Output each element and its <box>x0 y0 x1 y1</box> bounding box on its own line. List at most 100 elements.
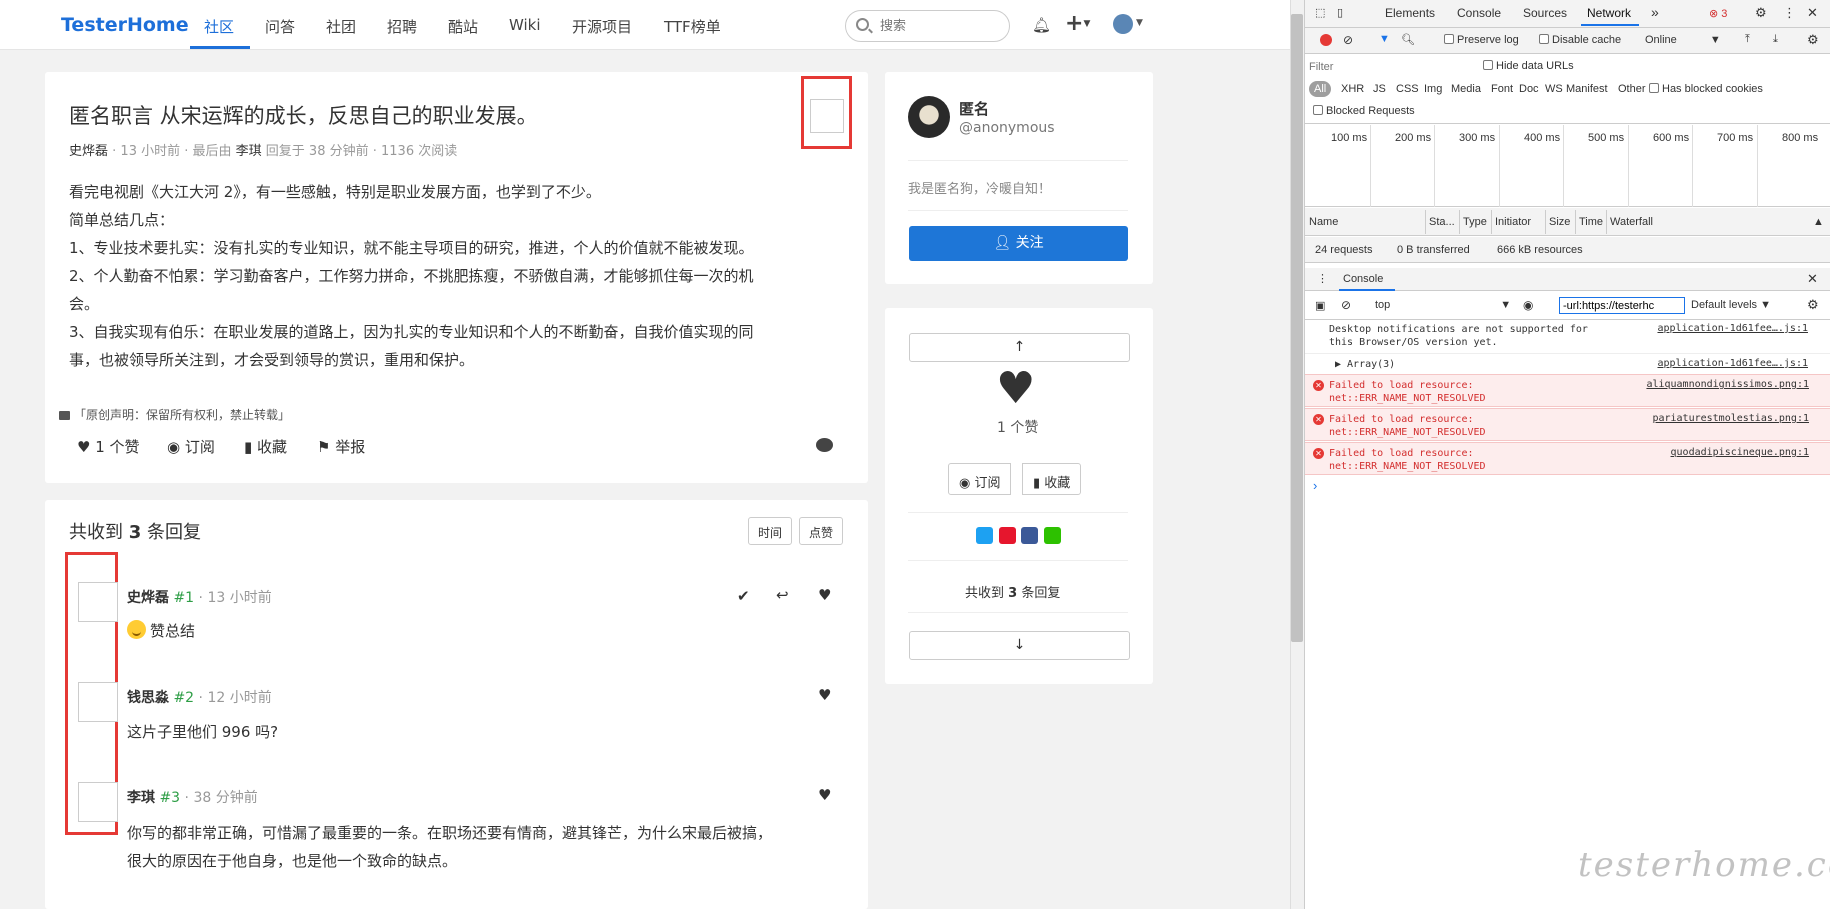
bookmark-button[interactable]: ▮ 收藏 <box>1022 463 1082 495</box>
search-input[interactable] <box>880 17 1000 35</box>
subscribe-button[interactable]: ◉ 订阅 <box>948 463 1012 495</box>
reply-floor[interactable]: #3 <box>159 790 180 806</box>
report-button[interactable]: ⚑ 举报 <box>317 436 365 457</box>
bell-icon[interactable]: 🔔︎ <box>1032 16 1051 34</box>
context-select[interactable]: top ▼ <box>1375 299 1511 311</box>
chevron-down-icon[interactable]: ▼ <box>1136 18 1143 28</box>
like-button[interactable]: ♥ 1 个赞 <box>77 436 140 457</box>
reply-author[interactable]: 钱思淼 <box>127 690 169 706</box>
profile-name[interactable]: 匿名 <box>959 98 989 119</box>
nav-item-groups[interactable]: 社团 <box>326 16 356 37</box>
nav-item-qa[interactable]: 问答 <box>265 16 295 37</box>
drawer-menu-icon[interactable]: ⋮ <box>1317 272 1328 285</box>
topic-last-replier[interactable]: 李琪 <box>236 144 262 159</box>
broken-image-icon[interactable] <box>78 682 118 722</box>
type-filter-img[interactable]: Img <box>1424 83 1442 95</box>
log-levels-select[interactable]: Default levels ▼ <box>1691 299 1771 311</box>
column-status[interactable]: Sta... <box>1429 216 1455 228</box>
follow-button[interactable]: 👤︎ 关注 <box>909 226 1128 261</box>
topic-author[interactable]: 史烨磊 <box>69 144 108 159</box>
type-filter-js[interactable]: JS <box>1373 83 1386 95</box>
tab-network[interactable]: Network <box>1587 6 1631 20</box>
record-icon[interactable] <box>1320 34 1332 46</box>
page-scrollbar-thumb[interactable] <box>1291 14 1303 642</box>
console-source-link[interactable]: aliquamnondignissimos.png:1 <box>1646 379 1809 390</box>
type-filter-css[interactable]: CSS <box>1396 83 1419 95</box>
column-waterfall[interactable]: Waterfall <box>1610 216 1653 228</box>
reply-floor[interactable]: #2 <box>173 690 194 706</box>
reply-author[interactable]: 史烨磊 <box>127 590 169 606</box>
sort-by-likes-button[interactable]: 点赞 <box>799 517 844 545</box>
reply-floor[interactable]: #1 <box>173 590 194 606</box>
more-tabs-icon[interactable]: » <box>1651 4 1659 20</box>
type-filter-xhr[interactable]: XHR <box>1341 83 1364 95</box>
console-message[interactable]: ▶ Array(3) <box>1335 358 1395 371</box>
error-counter[interactable]: ⊗ 3 <box>1709 7 1727 20</box>
column-size[interactable]: Size <box>1549 216 1570 228</box>
type-filter-other[interactable]: Other <box>1618 83 1646 95</box>
wechat-icon[interactable] <box>816 438 833 452</box>
blocked-requests-checkbox[interactable]: Blocked Requests <box>1313 105 1415 117</box>
console-source-link[interactable]: quodadipiscineque.png:1 <box>1671 447 1809 458</box>
scroll-up-button[interactable]: ↑ <box>909 333 1130 362</box>
broken-image-icon[interactable] <box>78 582 118 622</box>
drawer-tab-console[interactable]: Console <box>1343 273 1383 285</box>
type-filter-font[interactable]: Font <box>1491 83 1513 95</box>
nav-item-jobs[interactable]: 招聘 <box>387 16 417 37</box>
filter-icon[interactable]: ▼ <box>1379 33 1390 45</box>
tab-console[interactable]: Console <box>1457 6 1501 20</box>
close-icon[interactable]: ✕ <box>1807 271 1818 287</box>
search-icon[interactable]: 🔍︎ <box>1401 33 1415 46</box>
tab-elements[interactable]: Elements <box>1385 6 1435 20</box>
import-har-icon[interactable]: ⤒ <box>1745 33 1750 46</box>
console-source-link[interactable]: application-1d61fee….js:1 <box>1657 358 1808 369</box>
type-filter-ws[interactable]: WS <box>1545 83 1563 95</box>
console-filter-input[interactable] <box>1559 297 1685 314</box>
nav-item-sites[interactable]: 酷站 <box>448 16 478 37</box>
sort-ascending-icon[interactable]: ▲ <box>1813 216 1824 228</box>
gear-icon[interactable]: ⚙ <box>1807 32 1819 48</box>
tab-sources[interactable]: Sources <box>1523 6 1567 20</box>
console-prompt[interactable]: › <box>1313 478 1317 493</box>
column-initiator[interactable]: Initiator <box>1495 216 1531 228</box>
user-avatar[interactable] <box>1113 14 1133 34</box>
sort-by-time-button[interactable]: 时间 <box>748 517 793 545</box>
wechat-icon[interactable] <box>1044 527 1061 544</box>
heart-icon[interactable]: ♥ <box>818 686 831 704</box>
has-blocked-cookies-checkbox[interactable]: Has blocked cookies <box>1649 83 1763 95</box>
profile-avatar[interactable] <box>908 96 950 138</box>
column-type[interactable]: Type <box>1463 216 1487 228</box>
broken-image-icon[interactable] <box>810 99 844 133</box>
eye-icon[interactable]: ◉ <box>1523 298 1533 312</box>
throttle-select[interactable]: Online ▼ <box>1645 34 1721 46</box>
heart-icon[interactable]: ♥ <box>996 367 1035 411</box>
reply-author[interactable]: 李琪 <box>127 790 155 806</box>
brand-logo[interactable]: TesterHome <box>61 14 189 36</box>
network-filter-input[interactable] <box>1309 58 1467 75</box>
reply-icon[interactable]: ↩ <box>776 586 789 604</box>
column-name[interactable]: Name <box>1309 216 1338 228</box>
gear-icon[interactable]: ⚙ <box>1807 297 1819 313</box>
subscribe-button[interactable]: ◉ 订阅 <box>167 436 215 457</box>
heart-icon[interactable]: ♥ <box>818 786 831 804</box>
inspect-icon[interactable]: ⬚ <box>1315 6 1325 19</box>
plus-icon[interactable]: +▼ <box>1065 11 1090 36</box>
kebab-menu-icon[interactable]: ⋮ <box>1783 5 1796 21</box>
facebook-icon[interactable] <box>1021 527 1038 544</box>
broken-image-icon[interactable] <box>78 782 118 822</box>
heart-icon[interactable]: ♥ <box>818 586 831 604</box>
nav-item-opensource[interactable]: 开源项目 <box>572 16 632 37</box>
gear-icon[interactable]: ⚙ <box>1755 5 1767 21</box>
clear-console-icon[interactable]: ⊘ <box>1341 298 1351 312</box>
disable-cache-checkbox[interactable]: Disable cache <box>1539 34 1621 46</box>
close-icon[interactable]: ✕ <box>1807 5 1818 21</box>
nav-item-community[interactable]: 社区 <box>204 16 234 37</box>
twitter-icon[interactable] <box>976 527 993 544</box>
console-source-link[interactable]: application-1d61fee….js:1 <box>1657 323 1808 334</box>
bookmark-button[interactable]: ▮ 收藏 <box>244 436 287 457</box>
type-filter-manifest[interactable]: Manifest <box>1566 83 1608 95</box>
weibo-icon[interactable] <box>999 527 1016 544</box>
export-har-icon[interactable]: ⤓ <box>1773 33 1778 46</box>
type-filter-doc[interactable]: Doc <box>1519 83 1539 95</box>
type-filter-media[interactable]: Media <box>1451 83 1481 95</box>
